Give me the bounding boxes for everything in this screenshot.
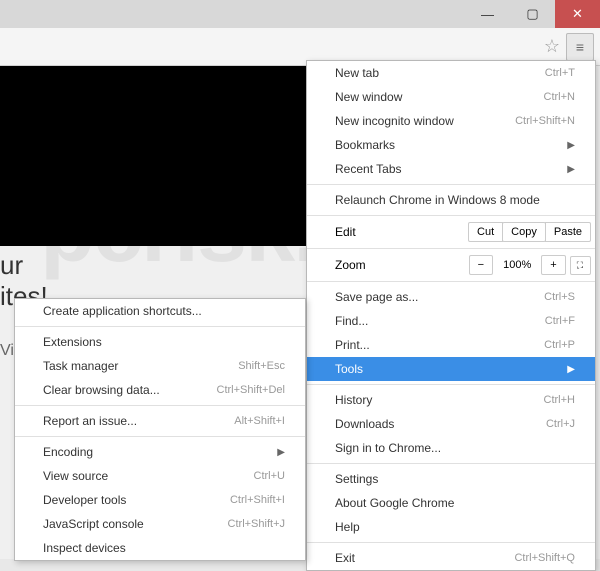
submenu-view-source[interactable]: View sourceCtrl+U xyxy=(15,464,305,488)
menu-separator xyxy=(15,405,305,406)
chrome-main-menu: New tabCtrl+T New windowCtrl+N New incog… xyxy=(306,60,596,571)
menu-edit-label: Edit xyxy=(335,225,469,239)
menu-tools[interactable]: Tools▶ xyxy=(307,357,595,381)
submenu-extensions[interactable]: Extensions xyxy=(15,330,305,354)
menu-new-tab[interactable]: New tabCtrl+T xyxy=(307,61,595,85)
menu-bookmarks[interactable]: Bookmarks▶ xyxy=(307,133,595,157)
tools-submenu: Create application shortcuts... Extensio… xyxy=(14,298,306,561)
menu-separator xyxy=(307,463,595,464)
menu-exit[interactable]: ExitCtrl+Shift+Q xyxy=(307,546,595,570)
menu-separator xyxy=(307,248,595,249)
menu-separator xyxy=(307,384,595,385)
window-titlebar: — ▢ ✕ xyxy=(0,0,600,28)
video-thumbnail xyxy=(0,66,320,246)
menu-help[interactable]: Help xyxy=(307,515,595,539)
menu-button[interactable]: ≡ xyxy=(566,33,594,61)
menu-zoom-row: Zoom − 100% + ⛶ xyxy=(307,252,595,278)
submenu-report-issue[interactable]: Report an issue...Alt+Shift+I xyxy=(15,409,305,433)
zoom-in-button[interactable]: + xyxy=(541,255,565,275)
menu-separator xyxy=(15,436,305,437)
submenu-create-shortcuts[interactable]: Create application shortcuts... xyxy=(15,299,305,323)
menu-downloads[interactable]: DownloadsCtrl+J xyxy=(307,412,595,436)
chevron-right-icon: ▶ xyxy=(567,140,575,151)
minimize-button[interactable]: — xyxy=(465,0,510,28)
menu-recent-tabs[interactable]: Recent Tabs▶ xyxy=(307,157,595,181)
submenu-js-console[interactable]: JavaScript consoleCtrl+Shift+J xyxy=(15,512,305,536)
menu-separator xyxy=(15,326,305,327)
menu-edit-row: Edit Cut Copy Paste xyxy=(307,219,595,245)
menu-settings[interactable]: Settings xyxy=(307,467,595,491)
submenu-task-manager[interactable]: Task managerShift+Esc xyxy=(15,354,305,378)
menu-relaunch[interactable]: Relaunch Chrome in Windows 8 mode xyxy=(307,188,595,212)
paste-button[interactable]: Paste xyxy=(545,222,591,242)
menu-history[interactable]: HistoryCtrl+H xyxy=(307,388,595,412)
submenu-inspect-devices[interactable]: Inspect devices xyxy=(15,536,305,560)
menu-new-incognito[interactable]: New incognito windowCtrl+Shift+N xyxy=(307,109,595,133)
fullscreen-button[interactable]: ⛶ xyxy=(570,256,591,275)
close-button[interactable]: ✕ xyxy=(555,0,600,28)
chevron-right-icon: ▶ xyxy=(277,447,285,458)
copy-button[interactable]: Copy xyxy=(502,222,546,242)
submenu-dev-tools[interactable]: Developer toolsCtrl+Shift+I xyxy=(15,488,305,512)
submenu-encoding[interactable]: Encoding▶ xyxy=(15,440,305,464)
submenu-clear-data[interactable]: Clear browsing data...Ctrl+Shift+Del xyxy=(15,378,305,402)
cut-button[interactable]: Cut xyxy=(468,222,503,242)
menu-new-window[interactable]: New windowCtrl+N xyxy=(307,85,595,109)
menu-separator xyxy=(307,281,595,282)
menu-print[interactable]: Print...Ctrl+P xyxy=(307,333,595,357)
menu-signin[interactable]: Sign in to Chrome... xyxy=(307,436,595,460)
bookmark-star-icon[interactable]: ☆ xyxy=(544,36,560,57)
menu-about[interactable]: About Google Chrome xyxy=(307,491,595,515)
zoom-value: 100% xyxy=(497,259,537,271)
menu-zoom-label: Zoom xyxy=(335,258,465,272)
menu-separator xyxy=(307,184,595,185)
menu-save-page[interactable]: Save page as...Ctrl+S xyxy=(307,285,595,309)
menu-separator xyxy=(307,215,595,216)
chevron-right-icon: ▶ xyxy=(567,364,575,375)
menu-separator xyxy=(307,542,595,543)
chevron-right-icon: ▶ xyxy=(567,164,575,175)
menu-find[interactable]: Find...Ctrl+F xyxy=(307,309,595,333)
maximize-button[interactable]: ▢ xyxy=(510,0,555,28)
zoom-out-button[interactable]: − xyxy=(469,255,493,275)
